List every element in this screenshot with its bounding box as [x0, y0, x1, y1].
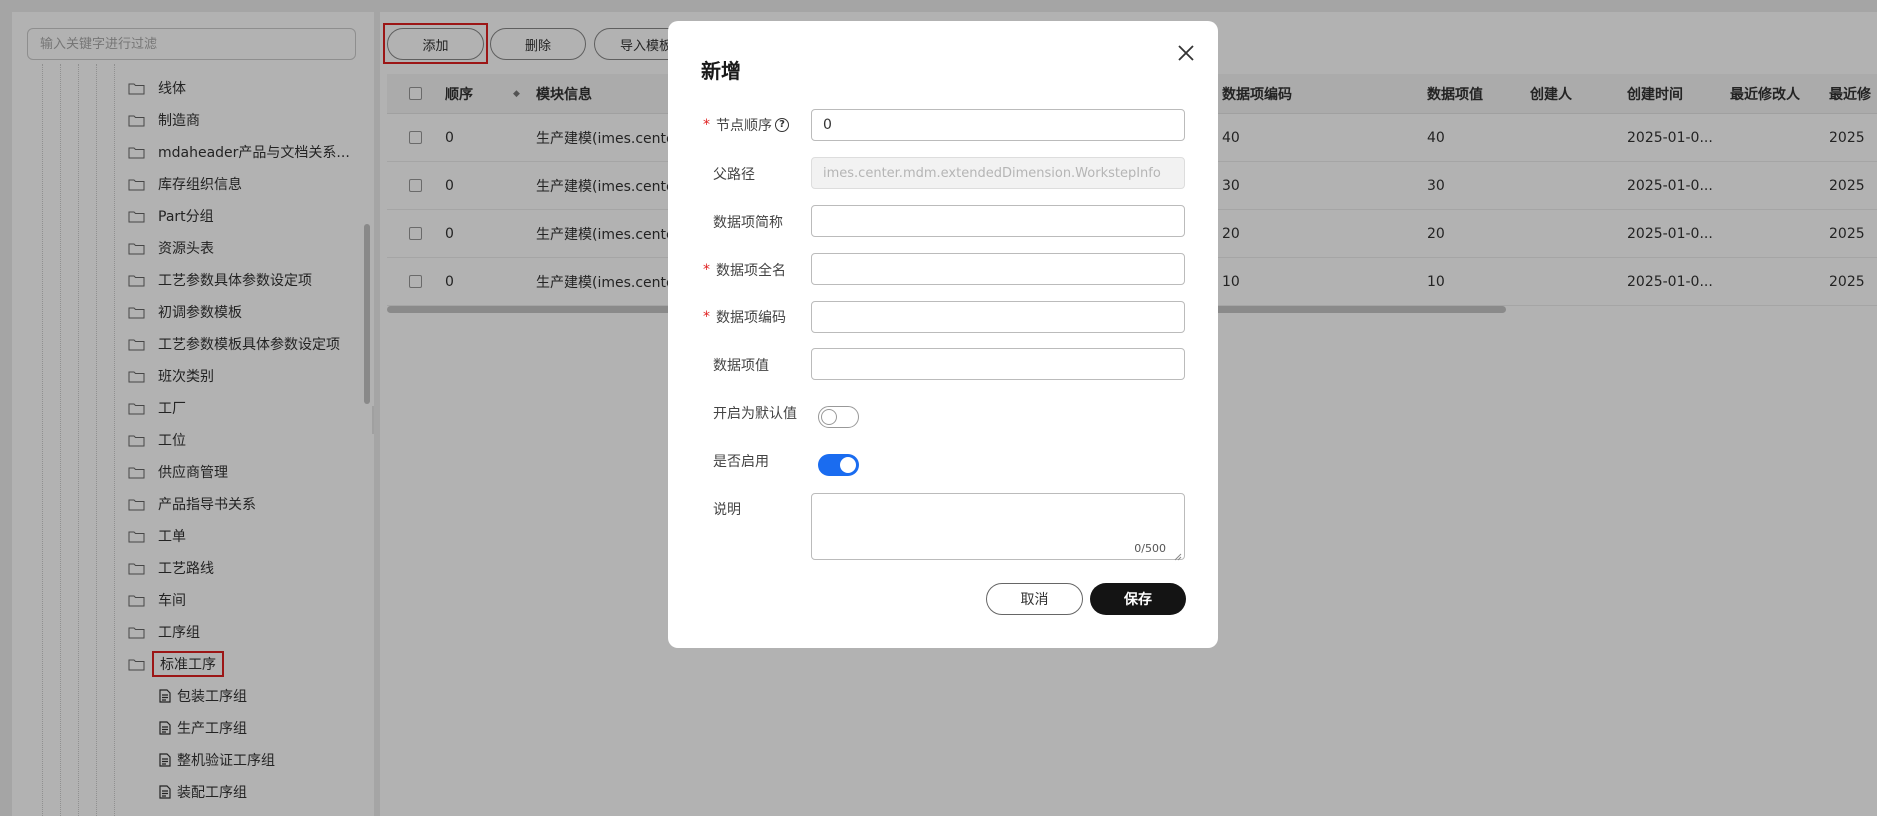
- node-order-label-text: 节点顺序: [716, 118, 772, 134]
- default-label: 开启为默认值: [713, 406, 797, 422]
- required-mark: *: [703, 309, 710, 325]
- resize-grip-icon[interactable]: [1174, 549, 1182, 561]
- toggle-knob: [840, 457, 856, 473]
- node-order-input[interactable]: [811, 109, 1185, 141]
- save-button[interactable]: 保存: [1090, 583, 1186, 615]
- short-name-label: 数据项简称: [713, 215, 783, 231]
- description-label: 说明: [713, 502, 741, 518]
- help-icon[interactable]: ?: [775, 118, 789, 132]
- description-textarea[interactable]: 0/500: [811, 493, 1185, 561]
- value-input[interactable]: [811, 348, 1185, 380]
- toggle-knob: [821, 409, 837, 425]
- enabled-toggle[interactable]: [818, 454, 859, 476]
- full-name-label-text: 数据项全名: [716, 263, 786, 279]
- code-label-text: 数据项编码: [716, 310, 786, 326]
- code-input[interactable]: [811, 301, 1185, 333]
- required-mark: *: [703, 117, 710, 133]
- node-order-label: * 节点顺序 ?: [703, 115, 789, 135]
- char-count: 0/500: [1134, 542, 1166, 555]
- enabled-label: 是否启用: [713, 454, 769, 470]
- required-mark: *: [703, 262, 710, 278]
- short-name-input[interactable]: [811, 205, 1185, 237]
- dialog-title: 新增: [701, 59, 741, 83]
- cancel-button[interactable]: 取消: [986, 583, 1083, 615]
- default-toggle[interactable]: [818, 406, 859, 428]
- full-name-input[interactable]: [811, 253, 1185, 285]
- full-name-label: * 数据项全名: [703, 260, 786, 280]
- add-dialog: 新增 * 节点顺序 ? 父路径 数据项简称 * 数据项全名 * 数据项编码 数据…: [668, 21, 1218, 648]
- parent-path-input: [811, 157, 1185, 189]
- parent-path-label: 父路径: [713, 167, 755, 183]
- close-icon[interactable]: [1174, 41, 1198, 65]
- code-label: * 数据项编码: [703, 307, 786, 327]
- value-label: 数据项值: [713, 358, 769, 374]
